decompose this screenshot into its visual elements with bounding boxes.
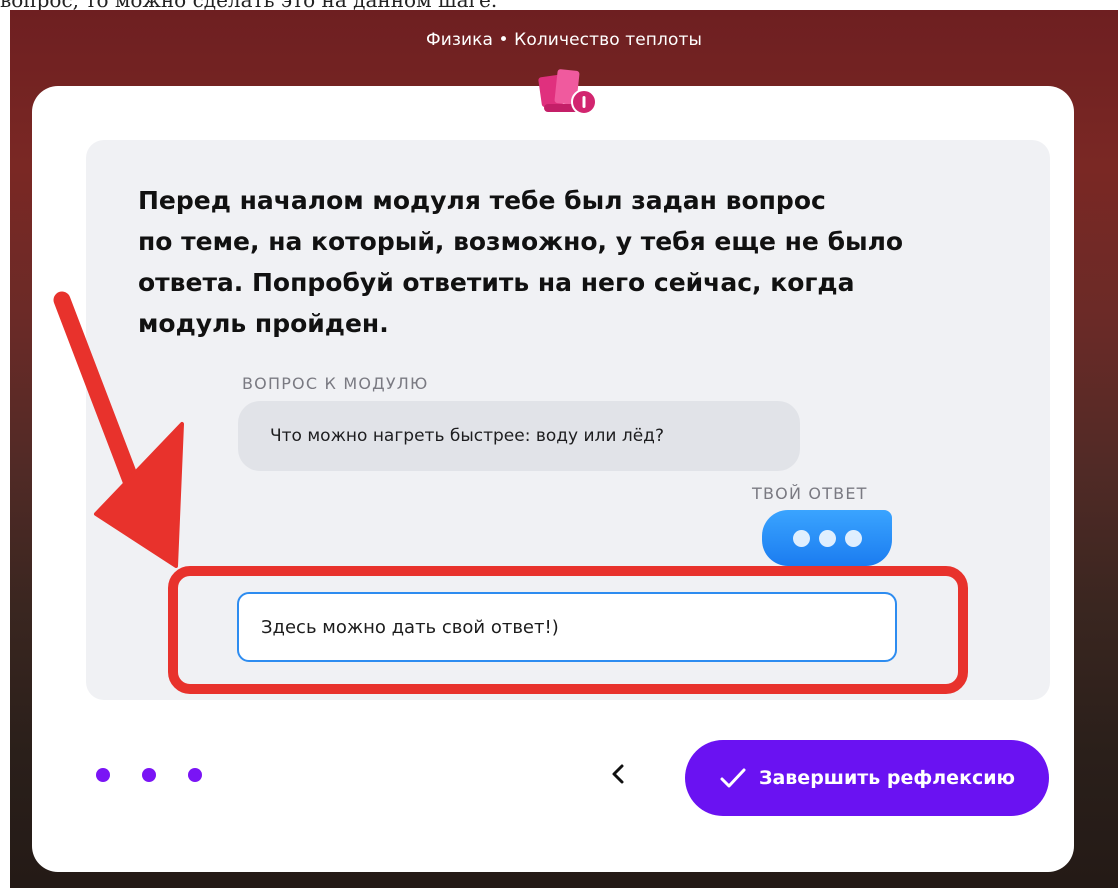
typing-indicator-icon: [762, 510, 892, 566]
question-label: ВОПРОС К МОДУЛЮ: [242, 374, 429, 393]
finish-button-label: Завершить рефлексию: [758, 767, 1016, 789]
typing-dot: [818, 529, 836, 547]
module-logo-icon: [538, 69, 597, 115]
prompt-line: ответа. Попробуй ответить на него сейчас…: [138, 268, 855, 297]
top-fragment-text: вопрос, то можно сделать это на данном ш…: [0, 0, 497, 10]
prompt-line: по теме, на который, возможно, у тебя ещ…: [138, 227, 904, 256]
typing-dot: [792, 529, 810, 547]
typing-dot: [844, 529, 862, 547]
lesson-title: Физика • Количество теплоты: [425, 30, 703, 50]
prompt-line: Перед началом модуля тебе был задан вопр…: [138, 186, 826, 215]
back-button[interactable]: [596, 752, 640, 796]
reflection-prompt: Перед началом модуля тебе был задан вопр…: [138, 180, 978, 344]
chevron-left-icon: [612, 764, 624, 784]
page-top-fragment: вопрос, то можно сделать это на данном ш…: [0, 0, 1118, 10]
annotation-highlight-box: [168, 566, 968, 694]
finish-reflection-button[interactable]: Завершить рефлексию: [685, 740, 1049, 816]
step-dot: [142, 768, 156, 782]
prompt-line: модуль пройден.: [138, 309, 389, 338]
step-dot: [188, 768, 202, 782]
question-bubble: Что можно нагреть быстрее: воду или лёд?: [238, 401, 800, 471]
step-dot: [96, 768, 110, 782]
checkmark-icon: [720, 768, 746, 788]
step-indicator: [96, 768, 202, 782]
answer-label: ТВОЙ ОТВЕТ: [752, 484, 868, 503]
